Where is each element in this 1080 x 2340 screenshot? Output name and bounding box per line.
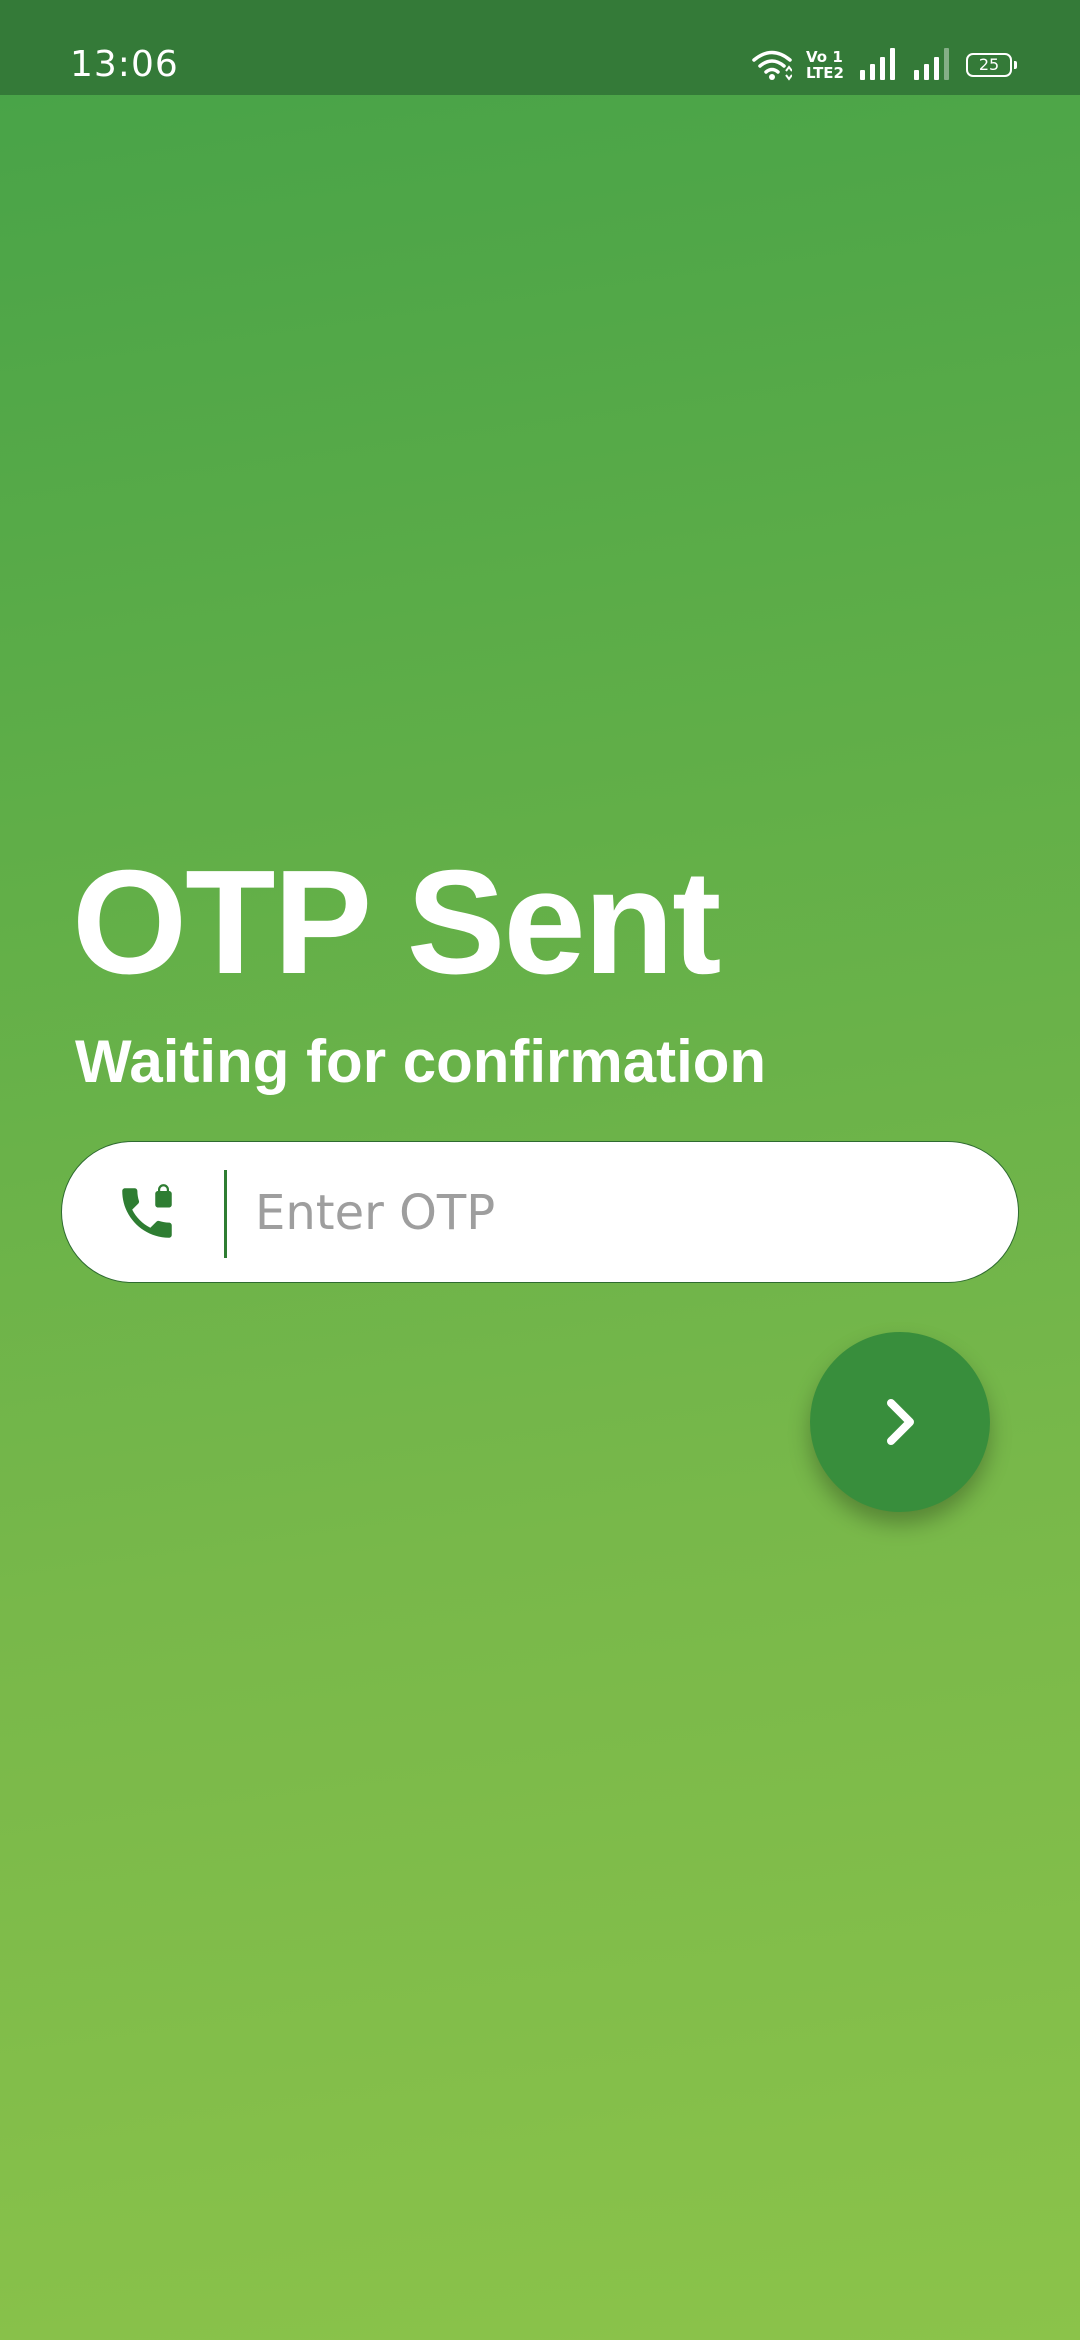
volte-top-label: Vo 1	[806, 48, 843, 66]
otp-input[interactable]	[255, 1172, 955, 1254]
page-subtitle: Waiting for confirmation	[75, 1028, 767, 1095]
next-button[interactable]	[810, 1332, 990, 1512]
otp-field[interactable]	[61, 1141, 1019, 1283]
signal-icon	[858, 46, 898, 85]
field-divider	[224, 1170, 227, 1258]
battery-icon: 25	[966, 53, 1017, 77]
volte-icon: Vo 1 LTE2	[806, 49, 844, 81]
signal-icon	[912, 46, 952, 85]
status-bar: 13:06 Vo 1 LTE2 25	[0, 0, 1080, 95]
status-time: 13:06	[70, 44, 179, 85]
page-title: OTP Sent	[72, 840, 721, 1005]
chevron-right-icon	[887, 1399, 914, 1445]
phone-lock-icon	[114, 1180, 180, 1246]
wifi-icon	[752, 49, 792, 81]
status-icons: Vo 1 LTE2 25	[738, 46, 1017, 85]
volte-bottom-label: LTE2	[806, 64, 844, 82]
